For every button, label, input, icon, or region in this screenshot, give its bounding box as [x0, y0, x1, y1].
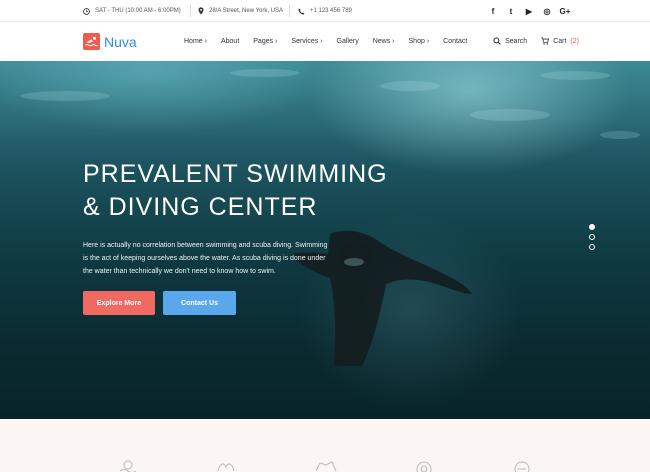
swimmer-logo-icon — [83, 33, 100, 50]
nav-item-pages[interactable]: Pages › — [253, 38, 277, 45]
hero-title-line: PREVALENT SWIMMING — [83, 160, 388, 188]
water-ripple — [380, 81, 440, 91]
water-ripple — [470, 109, 550, 121]
nav-item-shop[interactable]: Shop › — [409, 38, 430, 45]
hero-slider: PREVALENT SWIMMING & DIVING CENTER Here … — [0, 61, 650, 419]
nav-actions: Search Cart (2) — [493, 22, 579, 61]
nav-item-contact[interactable]: Contact — [443, 38, 467, 45]
nav-label: About — [220, 38, 240, 45]
water-ripple — [230, 69, 300, 77]
hours-text: SAT - THU (10:00 AM - 6:00PM) — [95, 8, 181, 14]
brand-name: Nuva — [104, 33, 137, 50]
slider-dot[interactable] — [589, 224, 595, 230]
nav-label: Home — [184, 38, 203, 45]
snorkel-icon — [512, 459, 532, 472]
hero-title: PREVALENT SWIMMING & DIVING CENTER — [83, 158, 388, 224]
top-info-bar: SAT - THU (10:00 AM - 6:00PM) 28/A Stree… — [0, 0, 650, 22]
hero-title-line: & DIVING CENTER — [83, 193, 318, 221]
social-links: f t ▶ ◎ G+ — [489, 0, 571, 22]
main-navbar: Nuva Home › About Pages › Services › Gal… — [0, 22, 650, 61]
logo[interactable]: Nuva — [83, 33, 137, 50]
diving-mask-icon — [216, 459, 236, 472]
nav-item-home[interactable]: Home › — [184, 38, 207, 45]
nav-label: Shop — [408, 38, 425, 45]
nav-item-services[interactable]: Services › — [291, 38, 322, 45]
cart-count-badge: (2) — [570, 38, 579, 45]
lifebuoy-icon — [414, 459, 434, 472]
swimmer-icon — [118, 459, 138, 472]
divider — [289, 5, 290, 17]
slider-dot[interactable] — [589, 244, 595, 250]
nav-item-gallery[interactable]: Gallery — [337, 38, 359, 45]
facebook-icon[interactable]: f — [489, 7, 497, 16]
phone[interactable]: +1 123 456 789 — [298, 0, 352, 22]
google-plus-icon[interactable]: G+ — [560, 7, 571, 16]
flipper-icon — [314, 459, 338, 472]
address: 28/A Street, New York, USA — [198, 0, 283, 22]
search-button[interactable]: Search — [493, 36, 528, 47]
water-ripple — [540, 71, 610, 80]
slider-dot[interactable] — [589, 234, 595, 240]
phone-text[interactable]: +1 123 456 789 — [310, 8, 352, 14]
cart-label: Cart — [553, 38, 567, 45]
phone-icon — [298, 8, 305, 15]
divider — [190, 5, 191, 17]
twitter-icon[interactable]: t — [507, 7, 515, 16]
features-section — [0, 419, 650, 472]
contact-us-button[interactable]: Contact Us — [163, 291, 236, 315]
water-ripple — [20, 91, 110, 101]
address-text: 28/A Street, New York, USA — [209, 8, 284, 14]
youtube-icon[interactable]: ▶ — [525, 7, 533, 16]
cart-icon — [541, 36, 550, 47]
nav-label: Services — [291, 38, 319, 45]
search-label: Search — [505, 38, 528, 45]
hero-description: Here is actually no correlation between … — [83, 242, 328, 275]
nav-label: Pages — [253, 38, 274, 45]
primary-menu: Home › About Pages › Services › Gallery … — [184, 22, 481, 61]
water-ripple — [600, 131, 640, 139]
nav-item-news[interactable]: News › — [373, 38, 395, 45]
nav-label: News — [372, 38, 391, 45]
slider-pagination — [589, 224, 595, 250]
nav-item-about[interactable]: About — [221, 38, 239, 45]
clock-icon — [83, 7, 90, 15]
cart-button[interactable]: Cart (2) — [541, 36, 579, 47]
instagram-icon[interactable]: ◎ — [543, 7, 551, 16]
nav-label: Contact — [443, 38, 468, 45]
opening-hours: SAT - THU (10:00 AM - 6:00PM) — [83, 0, 181, 22]
search-icon — [493, 36, 501, 47]
nav-label: Gallery — [336, 38, 359, 45]
explore-more-button[interactable]: Explore More — [83, 291, 155, 315]
map-pin-icon — [198, 7, 204, 15]
